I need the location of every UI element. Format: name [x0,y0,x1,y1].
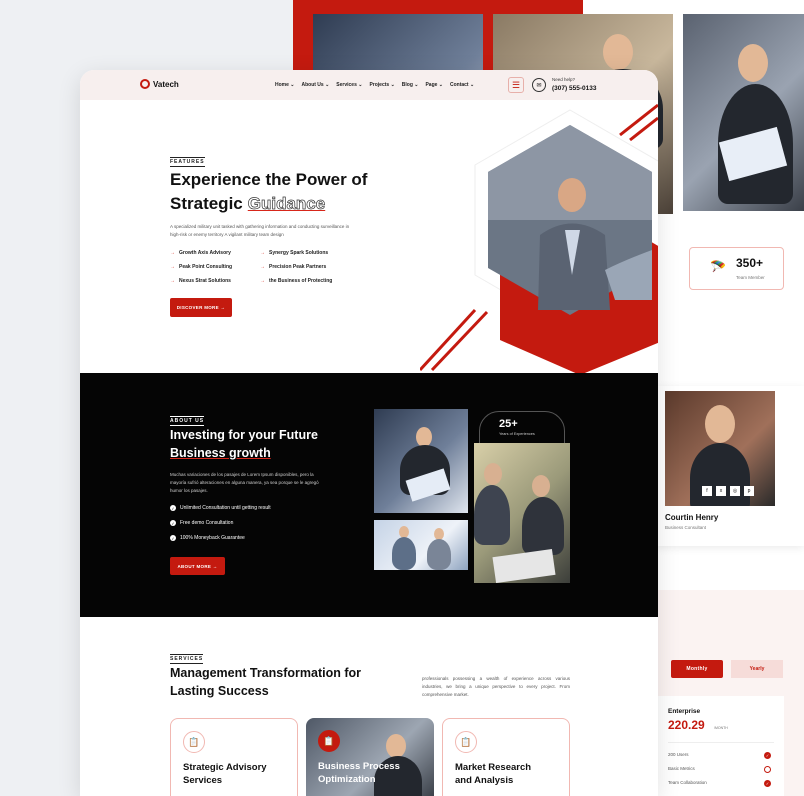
gallery-photo-3 [683,14,804,211]
hero-title-outline: Guidance [247,194,326,214]
social-links: f x ◎ p [702,486,754,496]
about-more-button[interactable]: ABOUT MORE → [170,557,225,575]
check-icon: ✓ [764,752,771,759]
service-card-title-2: Optimization [318,774,376,785]
arrow-icon: → [170,250,175,256]
service-card-3[interactable]: 📋 Market Research and Analysis [442,718,570,796]
clipboard-icon: 📋 [455,731,477,753]
nav-item-contact[interactable]: Contact ⌄ [450,82,474,88]
pinterest-icon[interactable]: p [744,486,754,496]
instagram-icon[interactable]: ◎ [730,486,740,496]
about-section: ABOUT US Investing for your Future Busin… [80,373,658,617]
feature-item: → Synergy Spark Solutions [260,250,329,256]
about-desc-3: humor los pasajes. [170,488,208,493]
stat-label: Team Member [736,275,765,280]
feature-item: → the Business of Protecting [260,278,333,284]
service-card-title: Market Research [455,762,532,773]
feature-item: → Peak Point Consulting [170,264,233,270]
experience-label: Years of Experiences [499,432,535,436]
parachute-icon: 🪂 [710,259,727,274]
arrow-icon: → [260,250,265,256]
service-card-title: Strategic Advisory [183,762,267,773]
plan-feature: Team Collaboration [668,780,707,785]
check-icon: ✓ [170,505,176,511]
hero-title: Experience the Power of [170,170,368,189]
service-card-title-2: Services [183,775,223,786]
clipboard-icon: 📋 [183,731,205,753]
feature-item: → Nexus Strat Solutions [170,278,231,284]
hero-desc-1: A specialized military unit tasked with … [170,224,350,229]
plan-name: Enterprise [668,708,701,715]
front-page: Vatech Home ⌄ About Us ⌄ Services ⌄ Proj… [80,70,658,796]
experience-number: 25+ [499,418,518,430]
plan-feature: 200 Users [668,752,689,757]
service-card-title-2: and Analysis [455,775,514,786]
services-eyebrow: SERVICES [170,654,204,664]
check-icon: ✓ [170,535,176,541]
nav-item-home[interactable]: Home ⌄ [275,82,294,88]
about-eyebrow: ABOUT US [170,416,205,426]
service-card-2[interactable]: 📋 Business Process Optimization [306,718,434,796]
tab-monthly[interactable]: Monthly [671,660,723,678]
facebook-icon[interactable]: f [702,486,712,496]
nav-menu: Home ⌄ About Us ⌄ Services ⌄ Projects ⌄ … [275,82,474,88]
clipboard-icon: 📋 [318,730,340,752]
check-icon: ✓ [764,780,771,787]
plan-price: 220.29 [668,718,705,732]
stat-number: 350+ [736,256,764,270]
nav-item-page[interactable]: Page ⌄ [425,82,443,88]
about-photo-2 [374,520,468,570]
feature-item: → Precision Peak Partners [260,264,327,270]
chat-icon: ✉ [532,78,546,92]
divider [668,742,774,743]
arrow-icon: → [170,264,175,270]
navbar: Vatech Home ⌄ About Us ⌄ Services ⌄ Proj… [80,70,658,100]
about-photo-3 [474,443,570,583]
about-title-2: Business growth [170,446,271,460]
hero-hexagon-image [420,103,658,373]
hero-desc-2: high-risk or enemy territory A vigilant … [170,232,284,237]
team-role: Business Consultant [665,525,707,530]
service-card-title: Business Process [318,761,400,772]
team-card[interactable]: f x ◎ p Courtin Henry Business Consultan… [655,386,804,546]
plan-feature: Basic Metrics [668,766,695,771]
nav-item-about[interactable]: About Us ⌄ [301,82,329,88]
brand-name[interactable]: Vatech [153,80,179,89]
service-card-1[interactable]: 📋 Strategic Advisory Services [170,718,298,796]
check-icon: ✓ [170,520,176,526]
discover-more-button[interactable]: DISCOVER MORE → [170,298,232,317]
about-desc-1: Muchas variaciones de los pasajes de Lor… [170,472,314,477]
about-check: ✓ Free demo Consultation [170,520,234,526]
services-desc: professionals possessing a wealth of exp… [422,676,570,697]
tab-yearly[interactable]: Yearly [731,660,783,678]
plan-period: /MONTH [714,726,728,730]
x-icon[interactable]: x [716,486,726,496]
hero-title-line2: Strategic Guidance [170,192,326,215]
about-check: ✓ Unlimited Consultation until getting re… [170,505,271,511]
arrow-icon: → [260,264,265,270]
circle-icon [764,766,771,773]
pricing-card: Enterprise 220.29 /MONTH 200 Users ✓ Bas… [658,696,784,796]
about-desc-2: mayoría sufrió alteraciones en alguna ma… [170,480,319,485]
menu-icon[interactable]: ☰ [508,77,524,93]
team-stat-card: 🪂 350+ Team Member [689,247,784,290]
about-check: ✓ 100% Moneyback Guarantee [170,535,245,541]
about-photo-1 [374,409,468,513]
feature-item: → Growth Axis Advisory [170,250,231,256]
logo-icon [140,79,150,89]
hero-title-plain: Strategic [170,194,243,213]
help-label: Need help? [552,77,576,82]
experience-badge: 25+ Years of Experiences [479,411,565,445]
about-title: Investing for your Future [170,428,318,442]
team-name: Courtin Henry [665,513,719,522]
hero-eyebrow: FEATURES [170,157,205,167]
services-title-2: Lasting Success [170,684,269,698]
arrow-icon: → [170,278,175,284]
nav-item-projects[interactable]: Projects ⌄ [369,82,394,88]
services-title: Management Transformation for [170,666,361,680]
nav-item-blog[interactable]: Blog ⌄ [402,82,419,88]
phone-number[interactable]: (307) 555-0133 [552,85,596,92]
arrow-icon: → [260,278,265,284]
nav-item-services[interactable]: Services ⌄ [336,82,362,88]
